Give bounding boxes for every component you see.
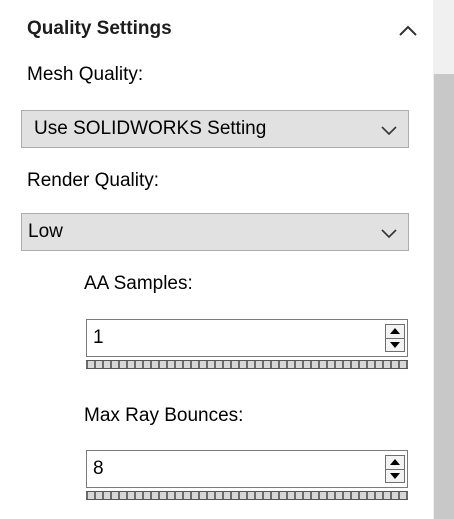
render-quality-value: Low [28, 221, 63, 242]
arrow-down-icon [390, 473, 400, 479]
section-title: Quality Settings [27, 18, 172, 39]
max-ray-bounces-input[interactable]: 8 [86, 450, 408, 488]
quality-settings-panel: Quality Settings Mesh Quality: Use SOLID… [0, 0, 454, 519]
chevron-down-icon [381, 126, 397, 136]
mesh-quality-dropdown[interactable]: Use SOLIDWORKS Setting [21, 110, 409, 148]
mesh-quality-value: Use SOLIDWORKS Setting [34, 118, 267, 139]
scrollbar-thumb[interactable] [434, 74, 454, 519]
arrow-down-icon [390, 342, 400, 348]
chevron-up-icon[interactable] [395, 18, 421, 44]
aa-samples-spinner[interactable] [385, 324, 405, 352]
render-quality-dropdown[interactable]: Low [21, 213, 409, 251]
max-ray-bounces-label: Max Ray Bounces: [84, 405, 244, 426]
render-quality-label: Render Quality: [27, 170, 160, 191]
spin-up-button[interactable] [386, 456, 404, 470]
max-ray-bounces-slider[interactable] [86, 491, 408, 500]
arrow-up-icon [390, 328, 400, 334]
max-ray-bounces-value: 8 [93, 458, 104, 479]
aa-samples-slider[interactable] [86, 360, 408, 369]
arrow-up-icon [390, 459, 400, 465]
spin-down-button[interactable] [386, 339, 404, 352]
max-ray-bounces-spinner[interactable] [385, 455, 405, 483]
chevron-down-icon [381, 229, 397, 239]
aa-samples-input[interactable]: 1 [86, 319, 408, 357]
mesh-quality-label: Mesh Quality: [27, 64, 144, 85]
spin-down-button[interactable] [386, 470, 404, 483]
aa-samples-label: AA Samples: [84, 273, 193, 294]
spin-up-button[interactable] [386, 325, 404, 339]
aa-samples-value: 1 [93, 327, 104, 348]
